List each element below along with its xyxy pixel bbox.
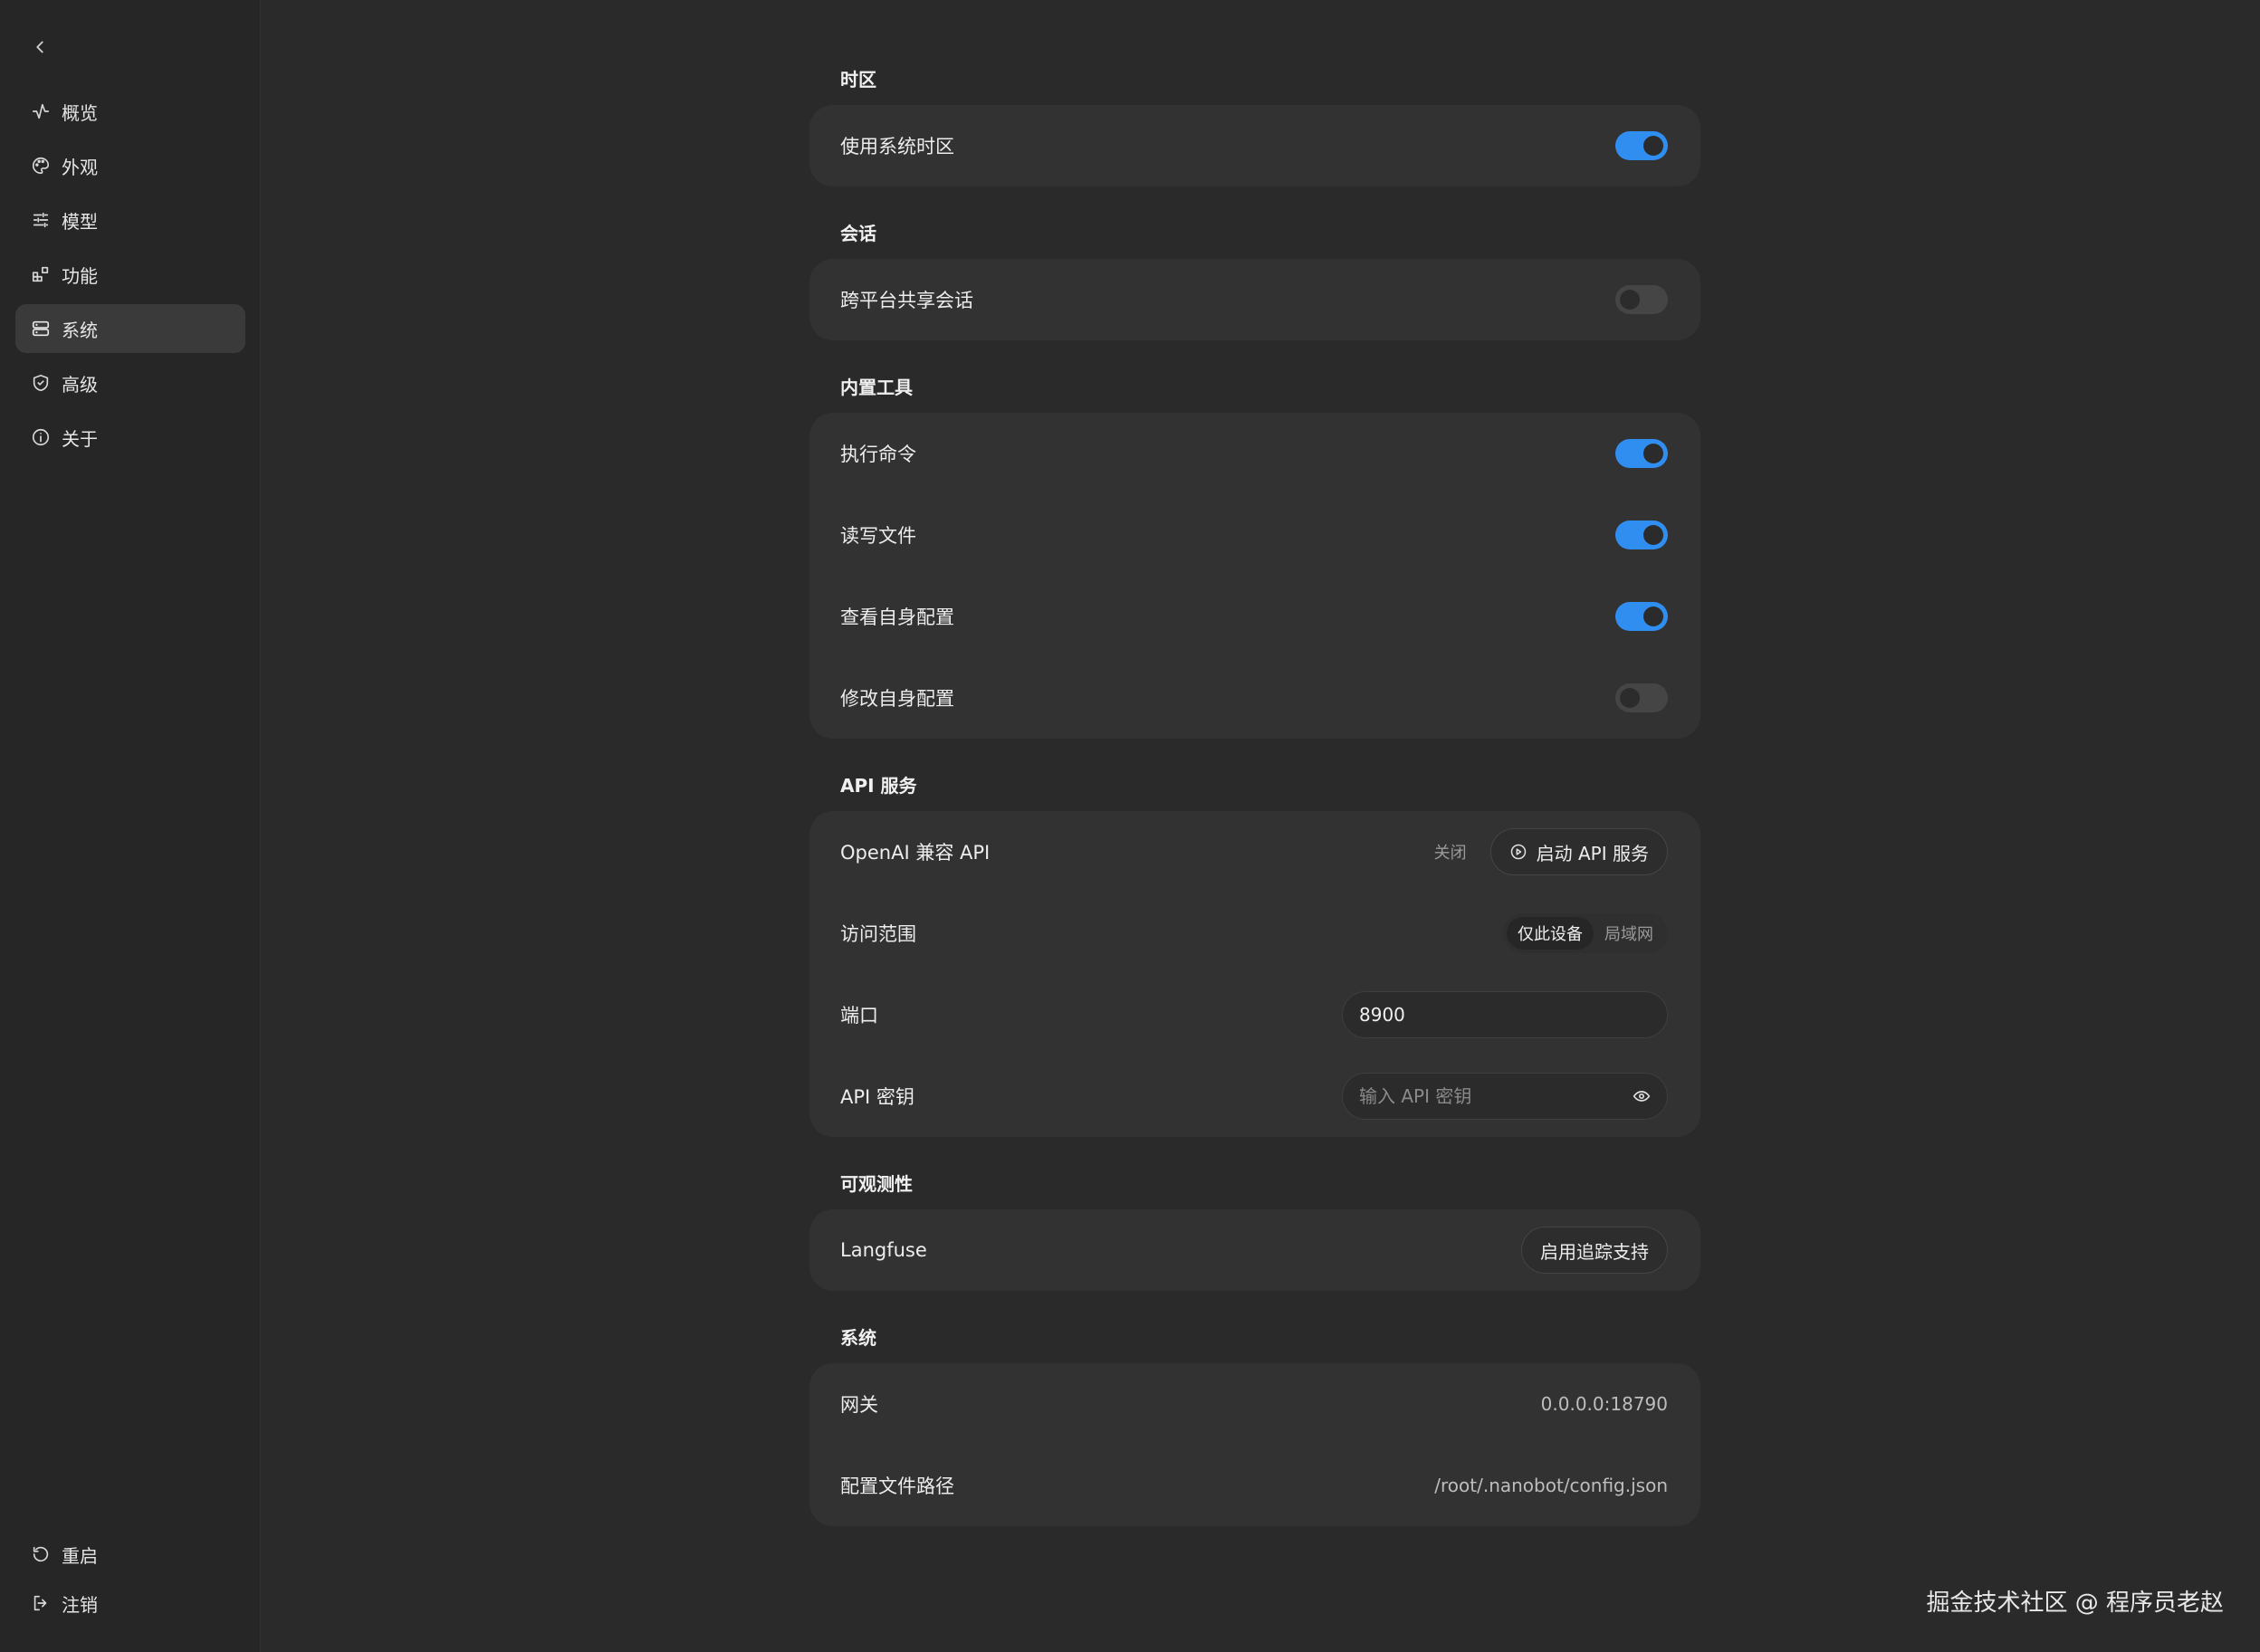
- api-key-input[interactable]: [1359, 1085, 1633, 1107]
- restart-icon: [33, 1546, 49, 1562]
- port-row: 端口: [840, 974, 1668, 1055]
- settings-main: 时区 使用系统时区 会话 跨平台共享会话 内置工具 执行命令 读写文件 查看自身…: [809, 54, 1700, 1548]
- section-title-api-service: API 服务: [840, 775, 917, 797]
- exec-command-row: 执行命令: [840, 413, 1668, 494]
- server-icon: [32, 320, 50, 337]
- sidebar: 概览 外观 模型 功能 系统 高级 关于 重启 注销: [0, 0, 261, 1652]
- read-write-files-toggle[interactable]: [1615, 520, 1668, 549]
- watermark: 掘金技术社区 @ 程序员老赵: [1926, 1590, 2224, 1617]
- read-write-files-label: 读写文件: [840, 525, 916, 547]
- langfuse-row: Langfuse 启用追踪支持: [840, 1209, 1668, 1291]
- session-card: 跨平台共享会话: [809, 259, 1700, 340]
- eye-icon[interactable]: [1633, 1087, 1651, 1105]
- system-card: 网关 0.0.0.0:18790 配置文件路径 /root/.nanobot/c…: [809, 1363, 1700, 1526]
- observability-card: Langfuse 启用追踪支持: [809, 1209, 1700, 1291]
- builtin-tools-card: 执行命令 读写文件 查看自身配置 修改自身配置: [809, 413, 1700, 739]
- view-self-config-toggle[interactable]: [1615, 602, 1668, 631]
- sidebar-nav: 概览 外观 模型 功能 系统 高级 关于: [15, 87, 245, 467]
- blocks-icon: [32, 266, 49, 282]
- sidebar-item-label: 关于: [62, 427, 98, 450]
- section-title-builtin-tools: 内置工具: [840, 377, 913, 398]
- cross-platform-share-label: 跨平台共享会话: [840, 290, 973, 311]
- activity-icon: [32, 103, 50, 119]
- chevron-left-icon: [36, 41, 43, 53]
- openai-api-label: OpenAI 兼容 API: [840, 842, 991, 864]
- api-status-text: 关闭: [1433, 844, 1467, 863]
- enable-tracing-button[interactable]: 启用追踪支持: [1521, 1227, 1668, 1274]
- sidebar-item-label: 外观: [62, 156, 98, 178]
- modify-self-config-toggle[interactable]: [1615, 683, 1668, 712]
- cross-platform-share-toggle[interactable]: [1615, 285, 1668, 314]
- gateway-row: 网关 0.0.0.0:18790: [840, 1363, 1668, 1445]
- sidebar-item-label: 系统: [62, 319, 98, 341]
- sidebar-item-label: 概览: [62, 101, 98, 124]
- info-icon: [32, 428, 50, 446]
- section-title-session: 会话: [840, 223, 876, 244]
- view-self-config-row: 查看自身配置: [840, 576, 1668, 657]
- port-input[interactable]: [1359, 1004, 1651, 1026]
- logout-icon: [34, 1595, 47, 1611]
- api-key-field: [1342, 1073, 1668, 1120]
- port-field: [1342, 991, 1668, 1038]
- back-button[interactable]: [25, 33, 54, 62]
- cross-platform-share-row: 跨平台共享会话: [840, 259, 1668, 340]
- use-system-timezone-toggle[interactable]: [1615, 131, 1668, 160]
- access-scope-option-local[interactable]: 仅此设备: [1507, 917, 1594, 950]
- modify-self-config-label: 修改自身配置: [840, 688, 954, 710]
- sidebar-item-appearance[interactable]: 外观: [15, 141, 245, 190]
- gateway-label: 网关: [840, 1394, 878, 1416]
- logout-label: 注销: [62, 1593, 98, 1616]
- sliders-icon: [33, 212, 49, 228]
- config-path-value: /root/.nanobot/config.json: [1434, 1475, 1668, 1496]
- shield-icon: [33, 374, 49, 392]
- view-self-config-label: 查看自身配置: [840, 606, 954, 628]
- start-api-service-button[interactable]: 启动 API 服务: [1489, 828, 1668, 875]
- api-key-row: API 密钥: [840, 1055, 1668, 1137]
- use-system-timezone-label: 使用系统时区: [840, 136, 954, 158]
- sidebar-bottom: 重启 注销: [15, 1532, 245, 1629]
- timezone-card: 使用系统时区: [809, 105, 1700, 186]
- sidebar-item-label: 模型: [62, 210, 98, 233]
- api-service-card: OpenAI 兼容 API 关闭 启动 API 服务 访问范围 仅此设备 局域网…: [809, 811, 1700, 1137]
- sidebar-item-about[interactable]: 关于: [15, 413, 245, 462]
- config-path-row: 配置文件路径 /root/.nanobot/config.json: [840, 1445, 1668, 1526]
- exec-command-toggle[interactable]: [1615, 439, 1668, 468]
- gateway-value: 0.0.0.0:18790: [1540, 1393, 1668, 1415]
- section-title-observability: 可观测性: [840, 1173, 913, 1195]
- sidebar-item-models[interactable]: 模型: [15, 196, 245, 244]
- read-write-files-row: 读写文件: [840, 494, 1668, 576]
- config-path-label: 配置文件路径: [840, 1475, 954, 1497]
- sidebar-item-advanced[interactable]: 高级: [15, 358, 245, 407]
- openai-api-row: OpenAI 兼容 API 关闭 启动 API 服务: [840, 811, 1668, 893]
- restart-label: 重启: [62, 1544, 98, 1567]
- sidebar-item-features[interactable]: 功能: [15, 250, 245, 299]
- access-scope-row: 访问范围 仅此设备 局域网: [840, 893, 1668, 974]
- play-circle-icon: [1510, 844, 1526, 860]
- sidebar-item-label: 功能: [62, 264, 98, 287]
- use-system-timezone-row: 使用系统时区: [840, 105, 1668, 186]
- sidebar-item-overview[interactable]: 概览: [15, 87, 245, 136]
- langfuse-label: Langfuse: [840, 1239, 927, 1261]
- section-title-timezone: 时区: [840, 69, 876, 91]
- access-scope-segmented: 仅此设备 局域网: [1503, 913, 1668, 953]
- section-title-system: 系统: [840, 1327, 876, 1349]
- exec-command-label: 执行命令: [840, 444, 916, 465]
- access-scope-option-lan[interactable]: 局域网: [1594, 917, 1664, 950]
- restart-button[interactable]: 重启: [15, 1532, 245, 1577]
- sidebar-item-label: 高级: [62, 373, 98, 396]
- start-api-service-label: 启动 API 服务: [1536, 842, 1649, 864]
- palette-icon: [33, 157, 50, 175]
- logout-button[interactable]: 注销: [15, 1580, 245, 1626]
- modify-self-config-row: 修改自身配置: [840, 657, 1668, 739]
- enable-tracing-label: 启用追踪支持: [1540, 1240, 1649, 1263]
- sidebar-item-system[interactable]: 系统: [15, 304, 245, 353]
- access-scope-label: 访问范围: [840, 923, 916, 945]
- api-key-label: API 密钥: [840, 1086, 915, 1108]
- port-label: 端口: [840, 1005, 878, 1027]
